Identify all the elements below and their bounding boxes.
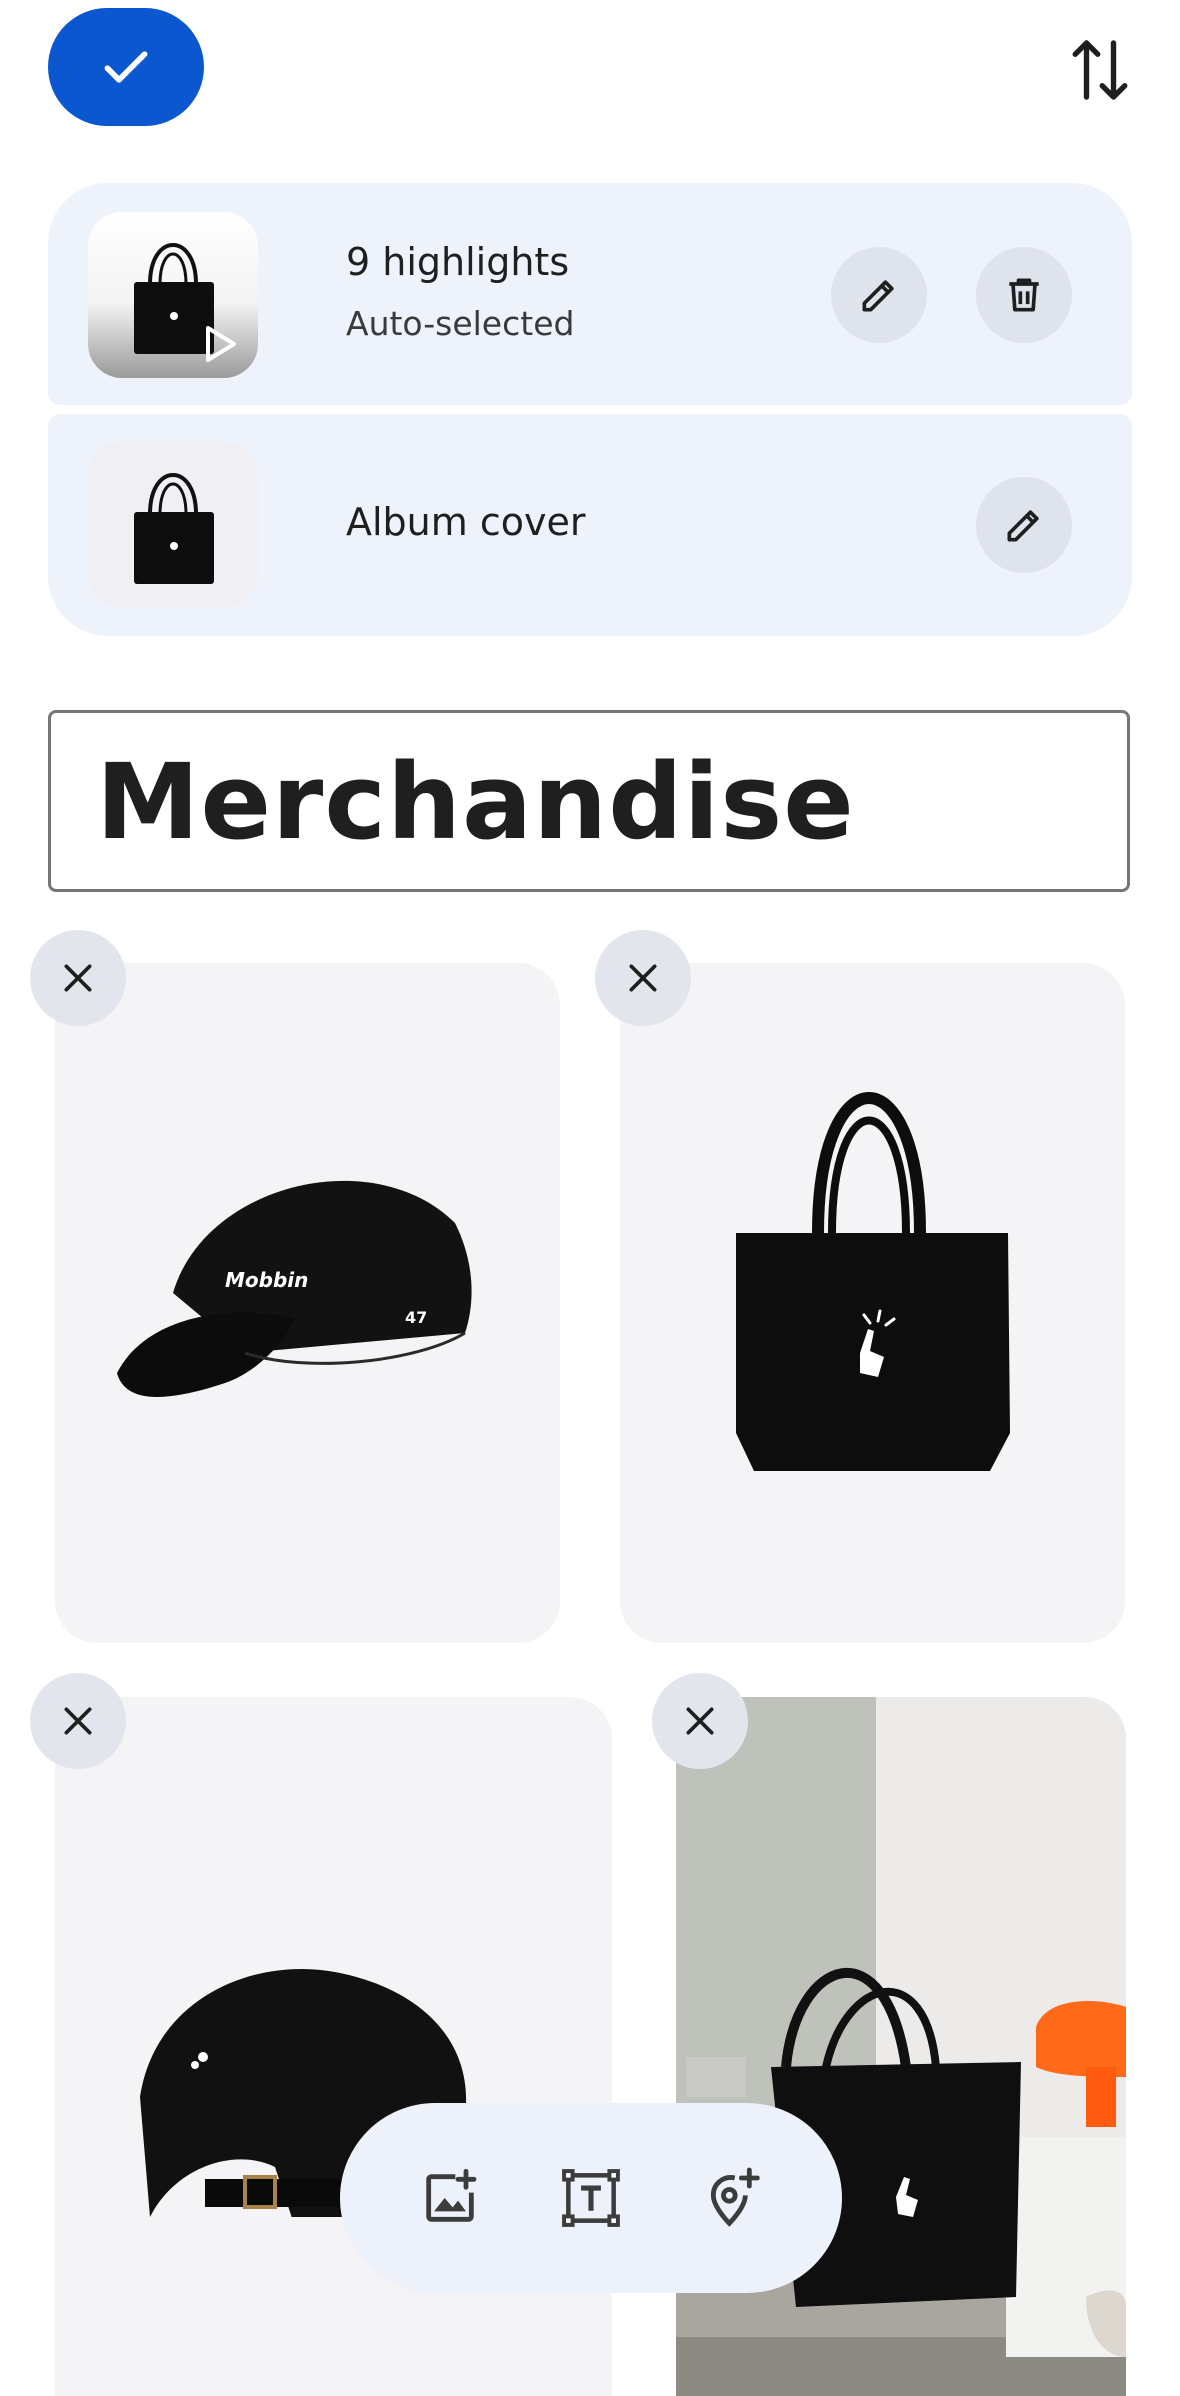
add-location-button[interactable] — [682, 2148, 782, 2248]
highlights-title: 9 highlights — [346, 240, 570, 284]
remove-item-4-button[interactable] — [652, 1673, 748, 1769]
tote-bag-image — [736, 1092, 1010, 1471]
swap-vertical-icon — [1072, 40, 1128, 100]
album-cover-title: Album cover — [346, 500, 586, 544]
remove-item-1-button[interactable] — [30, 930, 126, 1026]
edit-icon — [1007, 510, 1039, 542]
close-icon — [64, 964, 92, 992]
edit-highlights-button[interactable] — [831, 247, 927, 343]
add-photo-icon — [426, 2168, 477, 2222]
cap-front-image: Mobbin 47 — [117, 1180, 472, 1397]
reorder-button[interactable] — [1060, 30, 1140, 110]
text-box-icon — [562, 2169, 620, 2227]
close-icon — [64, 1707, 92, 1735]
done-button[interactable] — [48, 8, 204, 126]
tote-bag-image — [134, 473, 214, 584]
cap-badge-text: 47 — [405, 1308, 427, 1327]
highlights-subtitle: Auto-selected — [346, 304, 575, 343]
edit-icon — [862, 280, 894, 312]
check-icon — [104, 51, 148, 83]
photo-tile-tote-bag[interactable] — [620, 963, 1125, 1643]
delete-highlights-button[interactable] — [976, 247, 1072, 343]
add-photo-button[interactable] — [400, 2148, 500, 2248]
close-icon — [629, 964, 657, 992]
section-title-text[interactable]: Merchandise — [96, 742, 855, 862]
cap-logo-text: Mobbin — [225, 1268, 308, 1292]
add-text-button[interactable] — [541, 2148, 641, 2248]
highlights-thumbnail — [88, 212, 258, 378]
album-cover-thumbnail — [88, 442, 258, 608]
edit-album-cover-button[interactable] — [976, 477, 1072, 573]
photo-tile-cap-front[interactable]: Mobbin 47 — [55, 963, 560, 1643]
add-location-icon — [710, 2167, 760, 2227]
floating-toolbar — [340, 2103, 842, 2293]
play-icon — [206, 326, 236, 362]
close-icon — [686, 1707, 714, 1735]
remove-item-3-button[interactable] — [30, 1673, 126, 1769]
remove-item-2-button[interactable] — [595, 930, 691, 1026]
delete-icon — [1009, 278, 1039, 312]
